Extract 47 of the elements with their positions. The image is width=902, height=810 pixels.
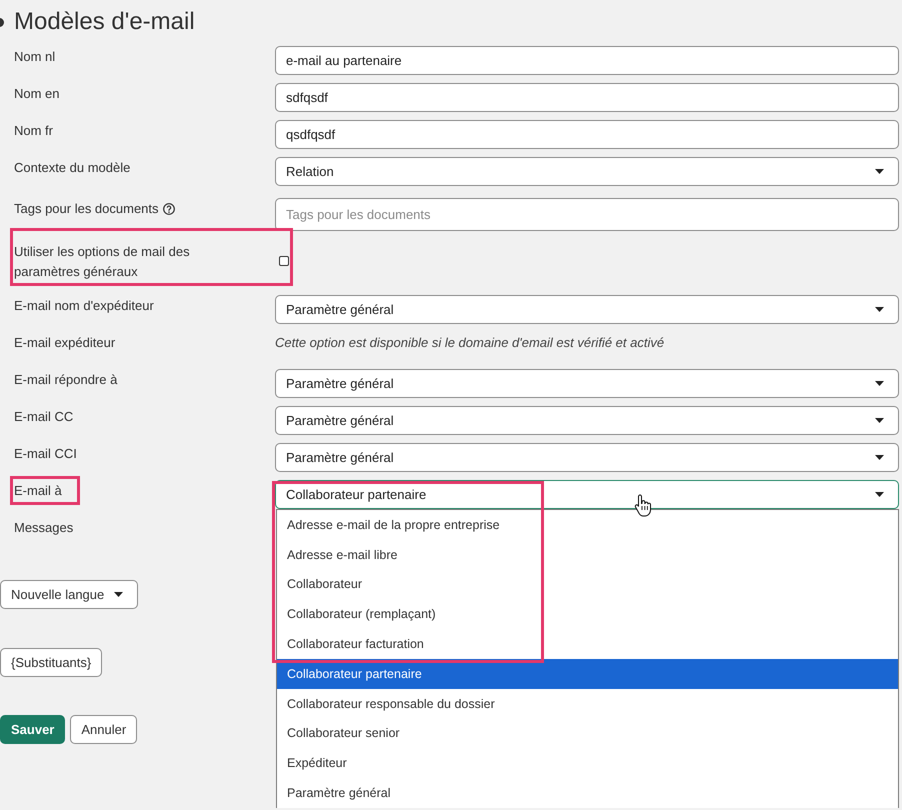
dropdown-option[interactable]: Collaborateur: [277, 570, 898, 600]
info-note: Cette option est disponible si le domaine d'email est vérifié et activé: [275, 334, 664, 352]
dropdown-option[interactable]: Collaborateur responsable du dossier: [277, 688, 898, 719]
field-label: E-mail nom d'expéditeur: [14, 297, 154, 315]
text-field[interactable]: qsdfqsdf: [275, 120, 899, 149]
text-field[interactable]: sdfqsdf: [275, 83, 899, 112]
page-title: Modèles d'e-mail: [14, 8, 195, 36]
field-label: Messages: [14, 519, 74, 537]
dropdown-option[interactable]: Collaborateur (remplaçant): [277, 599, 898, 630]
dropdown-option[interactable]: Collaborateur partenaire: [277, 658, 898, 689]
field-label: E-mail expéditeur: [14, 334, 116, 352]
dropdown-option[interactable]: Collaborateur facturation: [277, 629, 898, 659]
caret-icon: [114, 592, 124, 597]
dropdown-option[interactable]: Expéditeur: [277, 748, 898, 778]
caret-icon: [875, 307, 884, 312]
cancel-button[interactable]: Annuler: [70, 715, 138, 744]
save-button[interactable]: Sauver: [0, 715, 66, 744]
field-label: Nom fr: [14, 122, 53, 140]
bullet-icon: [0, 18, 4, 26]
text-field[interactable]: e-mail au partenaire: [275, 46, 899, 75]
field-label: Tags pour les documents: [14, 200, 159, 218]
placeholders-button[interactable]: {Substituants}: [0, 648, 102, 677]
field-label: E-mail CC: [14, 408, 74, 426]
select-field[interactable]: Paramètre général: [275, 406, 899, 435]
caret-icon: [875, 455, 884, 460]
field-label: E-mail CCI: [14, 445, 77, 463]
select-field[interactable]: Paramètre général: [275, 443, 899, 472]
field-label: E-mail à: [14, 482, 62, 500]
field-label: E-mail répondre à: [14, 371, 118, 389]
dropdown-option[interactable]: Collaborateur senior: [277, 718, 898, 748]
checkbox[interactable]: [279, 256, 289, 266]
field-label: Nom en: [14, 85, 60, 103]
select-field[interactable]: Relation: [275, 157, 899, 186]
select-field[interactable]: Paramètre général: [275, 295, 899, 324]
dropdown-option[interactable]: Adresse e-mail libre: [277, 540, 898, 570]
select-field[interactable]: Collaborateur partenaire: [275, 480, 899, 509]
caret-icon: [875, 492, 884, 497]
caret-icon: [875, 418, 884, 423]
new-language-button[interactable]: Nouvelle langue: [0, 580, 138, 609]
field-label: Utiliser les options de mail des paramètres généraux: [14, 243, 191, 281]
field-label: Contexte du modèle: [14, 159, 130, 177]
select-field[interactable]: Paramètre général: [275, 369, 899, 398]
caret-icon: [875, 169, 884, 174]
dropdown-option[interactable]: Paramètre général: [277, 778, 898, 808]
caret-icon: [875, 381, 884, 386]
dropdown-option[interactable]: Adresse e-mail de la propre entreprise: [277, 510, 898, 540]
field-label: Nom nl: [14, 48, 56, 66]
